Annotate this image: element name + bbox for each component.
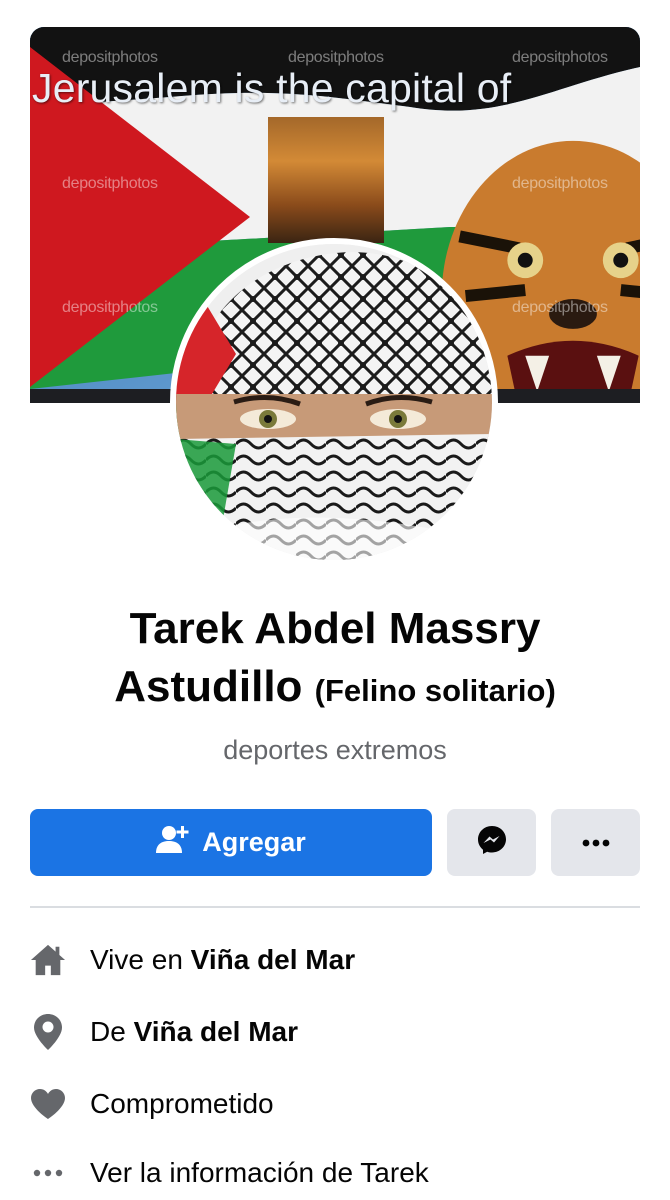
profile-bio: deportes extremos xyxy=(223,735,447,765)
cover-caption: Jerusalem is the capital of xyxy=(32,65,512,111)
messenger-icon xyxy=(476,824,508,861)
add-friend-button[interactable]: Agregar xyxy=(30,809,432,876)
watermark: depositphotos xyxy=(62,175,158,192)
home-icon xyxy=(30,940,66,980)
watermark: depositphotos xyxy=(62,49,158,66)
info-from: De Viña del Mar xyxy=(30,1007,650,1057)
messenger-button[interactable] xyxy=(447,809,536,876)
profile-name: Tarek Abdel Massry Astudillo (Felino sol… xyxy=(0,600,670,720)
add-friend-label: Agregar xyxy=(202,827,306,857)
location-pin-icon xyxy=(30,1012,66,1052)
divider xyxy=(30,906,640,908)
lives-city[interactable]: Viña del Mar xyxy=(191,944,355,976)
ellipsis-icon xyxy=(30,1153,66,1193)
watermark: depositphotos xyxy=(62,299,158,316)
ellipsis-icon xyxy=(582,834,610,852)
relationship-status: Comprometido xyxy=(90,1088,274,1119)
info-relationship: Comprometido xyxy=(30,1079,650,1129)
add-friend-icon xyxy=(156,824,190,861)
profile-name-line1: Tarek Abdel Massry xyxy=(129,604,541,653)
watermark: depositphotos xyxy=(512,175,608,192)
see-more-label: Ver la información de Tarek xyxy=(90,1157,429,1188)
profile-nickname: (Felino solitario) xyxy=(314,673,556,708)
tiger-image xyxy=(268,117,640,403)
watermark: depositphotos xyxy=(288,49,384,66)
info-lives-in: Vive en Viña del Mar xyxy=(30,935,650,985)
profile-picture-image xyxy=(176,244,492,560)
heart-icon xyxy=(30,1084,66,1124)
profile-name-line2: Astudillo xyxy=(114,662,303,711)
lives-prefix: Vive en xyxy=(90,944,183,975)
from-prefix: De xyxy=(90,1016,126,1047)
from-city[interactable]: Viña del Mar xyxy=(134,1016,298,1048)
see-more-info-link[interactable]: Ver la información de Tarek xyxy=(30,1148,650,1198)
avatar[interactable] xyxy=(170,238,498,566)
more-options-button[interactable] xyxy=(551,809,640,876)
watermark: depositphotos xyxy=(512,49,608,66)
watermark: depositphotos xyxy=(512,299,608,316)
